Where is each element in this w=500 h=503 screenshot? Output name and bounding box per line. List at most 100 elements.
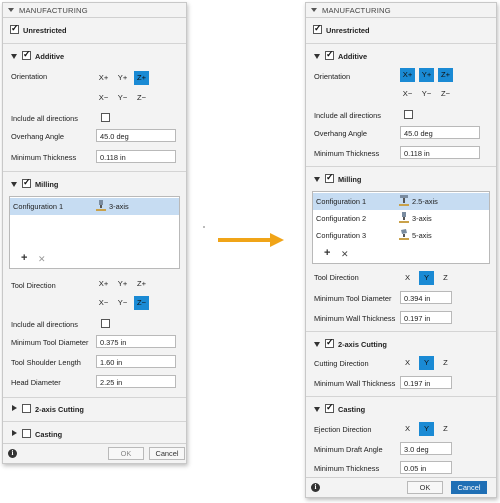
casting-checkbox[interactable] [325,402,334,413]
include-all-label: Include all directions [11,320,78,329]
collapse-caret-icon[interactable] [311,8,317,12]
expand-caret-icon[interactable] [11,182,17,187]
orient-y-plus-button[interactable]: Y+ [419,68,434,82]
cutting-header[interactable]: 2-axis Cutting [3,402,186,418]
additive-checkbox[interactable] [325,49,334,60]
tool-y-button[interactable]: Y [419,271,434,285]
expand-caret-icon[interactable] [314,54,320,59]
info-icon[interactable]: i [8,449,17,458]
overhang-input[interactable]: 45.0 deg [400,126,480,139]
include-all-checkbox[interactable] [101,319,110,328]
expand-caret-icon[interactable] [314,342,320,347]
cut-x-button[interactable]: X [400,356,415,370]
expand-caret-icon[interactable] [314,407,320,412]
tool-z-plus-button[interactable]: Z+ [134,277,149,291]
casting-checkbox[interactable] [22,429,31,438]
tool-z-minus-button[interactable]: Z− [134,296,149,310]
milling-label: Milling [35,180,59,189]
unrestricted-checkbox[interactable] [10,23,19,34]
cutting-header[interactable]: 2-axis Cutting [306,337,496,353]
unrestricted-row[interactable]: Unrestricted [3,23,186,39]
additive-header[interactable]: Additive [3,49,186,65]
remove-config-icon[interactable]: ✕ [38,254,46,265]
head-diameter-input[interactable]: 2.25 in [96,375,176,388]
orient-x-plus-button[interactable]: X+ [400,68,415,82]
casting-header[interactable]: Casting [306,402,496,418]
tool-z-button[interactable]: Z [438,271,453,285]
tool-x-minus-button[interactable]: X− [96,296,111,310]
add-config-icon[interactable]: + [324,247,330,259]
min-thickness-input[interactable]: 0.05 in [400,461,452,474]
configuration-list[interactable]: Configuration 1 2.5-axis Configuration 2… [312,191,490,264]
config-type: 2.5-axis [412,197,438,206]
eject-z-button[interactable]: Z [438,422,453,436]
orient-y-plus-button[interactable]: Y+ [115,71,130,85]
casting-header[interactable]: Casting [3,427,186,443]
tool-y-minus-button[interactable]: Y− [115,296,130,310]
orientation-row: Orientation [3,69,186,85]
list-item[interactable]: Configuration 1 3-axis [10,198,179,215]
orient-z-minus-button[interactable]: Z− [438,87,453,101]
ok-button[interactable]: OK [108,447,144,460]
cancel-button[interactable]: Cancel [451,481,487,494]
orient-x-minus-button[interactable]: X− [96,91,111,105]
eject-y-button[interactable]: Y [419,422,434,436]
min-thickness-input[interactable]: 0.118 in [400,146,480,159]
additive-checkbox[interactable] [22,49,31,60]
orient-z-plus-button[interactable]: Z+ [438,68,453,82]
expand-caret-icon[interactable] [11,54,17,59]
milling-header[interactable]: Milling [3,177,186,193]
orient-z-minus-button[interactable]: Z− [134,91,149,105]
tool-x-button[interactable]: X [400,271,415,285]
cut-y-button[interactable]: Y [419,356,434,370]
cancel-button[interactable]: Cancel [149,447,185,460]
overhang-input[interactable]: 45.0 deg [96,129,176,142]
config-name: Configuration 2 [316,214,367,223]
tool-shoulder-input[interactable]: 1.60 in [96,355,176,368]
orient-y-minus-button[interactable]: Y− [115,91,130,105]
add-config-icon[interactable]: + [21,252,27,264]
additive-header[interactable]: Additive [306,49,496,65]
ok-button[interactable]: OK [407,481,443,494]
min-tool-diameter-input[interactable]: 0.375 in [96,335,176,348]
tool-x-plus-button[interactable]: X+ [96,277,111,291]
milling-checkbox[interactable] [22,177,31,188]
min-wall-input[interactable]: 0.197 in [400,311,452,324]
orient-y-minus-button[interactable]: Y− [419,87,434,101]
expand-caret-icon[interactable] [12,405,17,411]
draft-angle-input[interactable]: 3.0 deg [400,442,452,455]
remove-config-icon[interactable]: ✕ [341,249,349,260]
collapse-caret-icon[interactable] [8,8,14,12]
list-item[interactable]: Configuration 2 3-axis [313,210,489,227]
min-thickness-input[interactable]: 0.118 in [96,150,176,163]
min-tool-diameter-input[interactable]: 0.394 in [400,291,452,304]
expand-caret-icon[interactable] [12,430,17,436]
orientation-label: Orientation [11,72,48,81]
list-item[interactable]: Configuration 3 5-axis [313,227,489,244]
config-name: Configuration 1 [316,197,367,206]
min-tool-diameter-label: Minimum Tool Diameter [314,294,392,303]
cut-z-button[interactable]: Z [438,356,453,370]
eject-x-button[interactable]: X [400,422,415,436]
cutting-direction-label: Cutting Direction [314,359,369,368]
expand-caret-icon[interactable] [314,177,320,182]
include-all-checkbox[interactable] [101,113,110,122]
unrestricted-checkbox[interactable] [313,23,322,34]
divider [306,396,496,397]
orient-z-plus-button[interactable]: Z+ [134,71,149,85]
unrestricted-row[interactable]: Unrestricted [306,23,496,39]
milling-header[interactable]: Milling [306,172,496,188]
info-icon[interactable]: i [311,483,320,492]
orient-x-minus-button[interactable]: X− [400,87,415,101]
cutting-checkbox[interactable] [325,337,334,348]
list-item[interactable]: Configuration 1 2.5-axis [313,193,489,210]
include-all-checkbox[interactable] [404,110,413,119]
cutting-checkbox[interactable] [22,404,31,413]
configuration-list[interactable]: Configuration 1 3-axis [9,196,180,269]
min-wall-input[interactable]: 0.197 in [400,376,452,389]
min-thickness-label: Minimum Thickness [11,153,77,162]
orient-x-plus-button[interactable]: X+ [96,71,111,85]
divider [306,166,496,167]
milling-checkbox[interactable] [325,172,334,183]
tool-y-plus-button[interactable]: Y+ [115,277,130,291]
